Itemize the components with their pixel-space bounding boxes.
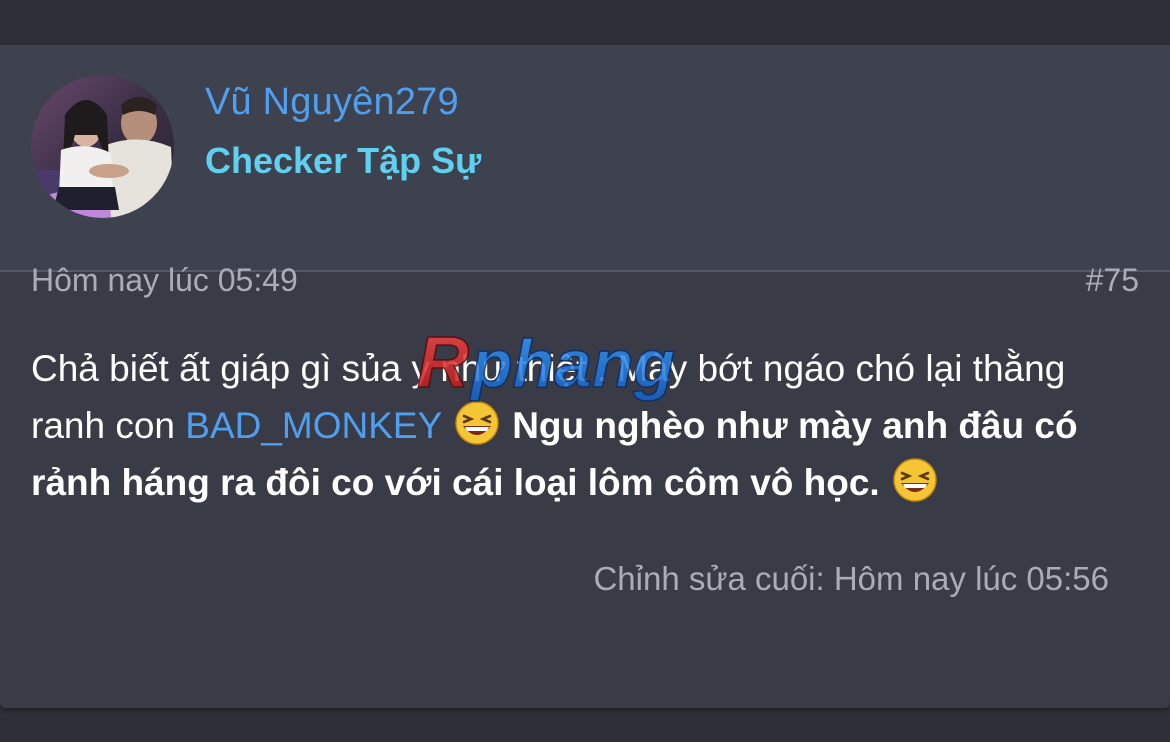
- post-header: Vũ Nguyên279 Checker Tập Sự: [0, 45, 1170, 272]
- user-avatar[interactable]: [31, 75, 174, 218]
- laughing-emoji-icon: [892, 457, 938, 503]
- laughing-emoji-icon: [454, 400, 500, 446]
- user-rank-title: Checker Tập Sự: [205, 140, 482, 181]
- page: Vũ Nguyên279 Checker Tập Sự Hôm nay lúc …: [0, 0, 1170, 742]
- post-number-link[interactable]: #75: [1086, 262, 1139, 299]
- post-date[interactable]: Hôm nay lúc 05:49: [31, 262, 298, 299]
- user-mention-link[interactable]: BAD_MONKEY: [185, 405, 441, 446]
- post-message: Chả biết ất giáp gì sủa y như thiệt . Mà…: [31, 340, 1141, 511]
- username-link[interactable]: Vũ Nguyên279: [205, 81, 459, 124]
- last-edited-note: Chỉnh sửa cuối: Hôm nay lúc 05:56: [593, 560, 1109, 597]
- post-card: Vũ Nguyên279 Checker Tập Sự Hôm nay lúc …: [0, 45, 1170, 708]
- avatar-photo: [31, 75, 174, 218]
